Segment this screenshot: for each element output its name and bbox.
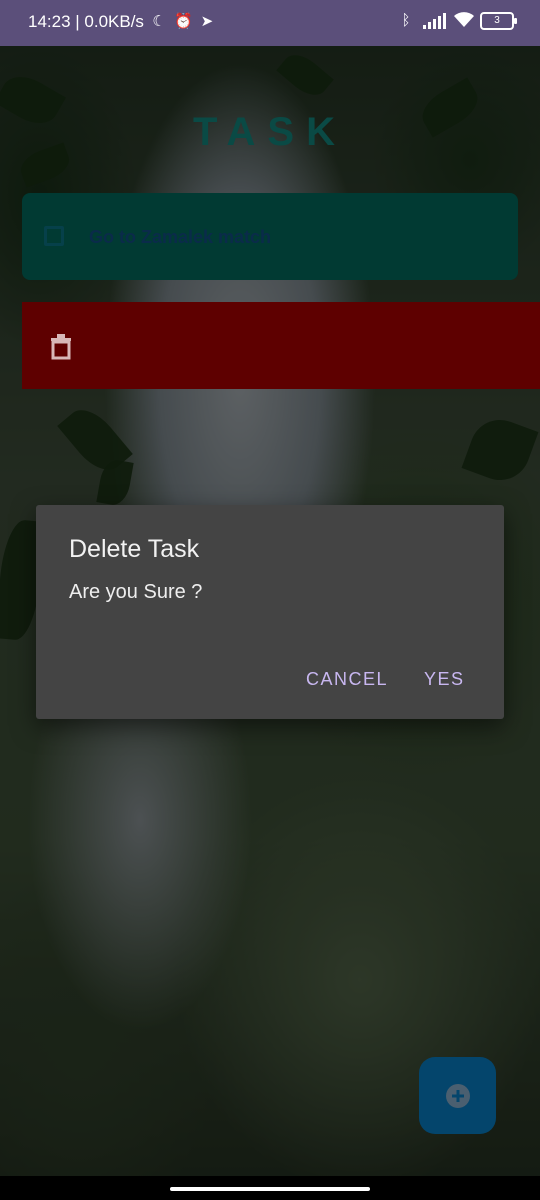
gesture-nav-bar [0, 1176, 540, 1200]
status-left: 14:23 | 0.0KB/s ☾ ⏰ ➤ [28, 12, 216, 32]
task-card[interactable]: Go to Zamalek match [22, 193, 518, 280]
wifi-icon [454, 12, 474, 30]
signal-icon [423, 13, 446, 29]
telegram-icon: ➤ [200, 13, 214, 30]
add-circle-icon [446, 1084, 470, 1108]
status-time: 14:23 | 0.0KB/s [28, 12, 144, 31]
swipe-delete-background [22, 302, 540, 389]
cancel-button[interactable]: CANCEL [306, 669, 388, 690]
trash-icon [51, 334, 71, 360]
dialog-title: Delete Task [69, 535, 200, 563]
dialog-message: Are you Sure ? [69, 581, 203, 603]
task-checkbox[interactable] [44, 226, 64, 246]
alarm-icon: ⏰ [173, 13, 193, 30]
yes-button[interactable]: YES [424, 669, 465, 690]
battery-icon: 3 [480, 12, 517, 30]
home-handle[interactable] [170, 1187, 370, 1191]
task-title: Go to Zamalek match [89, 227, 272, 247]
status-right: ᛒ 3 [397, 12, 517, 30]
add-task-button[interactable] [419, 1057, 496, 1134]
bluetooth-icon: ᛒ [401, 12, 411, 29]
delete-task-dialog: Delete Task Are you Sure ? CANCEL YES [36, 505, 504, 719]
app-title: TASK [193, 110, 347, 154]
moon-icon: ☾ [152, 13, 166, 30]
status-bar: 14:23 | 0.0KB/s ☾ ⏰ ➤ ᛒ 3 [0, 0, 540, 46]
